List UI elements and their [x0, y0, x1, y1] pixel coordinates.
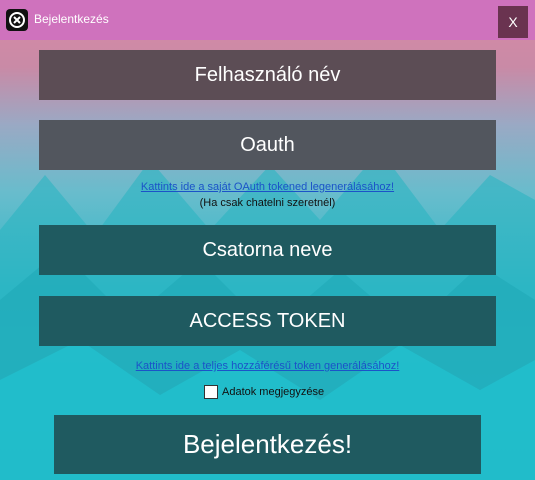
access-token-field[interactable]: ACCESS TOKEN — [39, 296, 496, 346]
full-token-link[interactable]: Kattints ide a teljes hozzáférésű token … — [0, 360, 535, 372]
remember-checkbox[interactable] — [204, 385, 218, 399]
login-button[interactable]: Bejelentkezés! — [54, 415, 481, 474]
remember-label: Adatok megjegyzése — [222, 386, 325, 398]
channel-name-field[interactable]: Csatorna neve — [39, 225, 496, 275]
title-bar: Bejelentkezés X — [0, 0, 535, 40]
oauth-field[interactable]: Oauth — [39, 120, 496, 170]
app-logo-icon — [6, 9, 28, 31]
oauth-hint: (Ha csak chatelni szeretnél) — [199, 197, 336, 209]
username-field[interactable]: Felhasználó név — [39, 50, 496, 100]
window-title: Bejelentkezés — [34, 12, 109, 26]
oauth-generate-link[interactable]: Kattints ide a saját OAuth tokened legen… — [0, 181, 535, 193]
close-button[interactable]: X — [498, 6, 528, 38]
